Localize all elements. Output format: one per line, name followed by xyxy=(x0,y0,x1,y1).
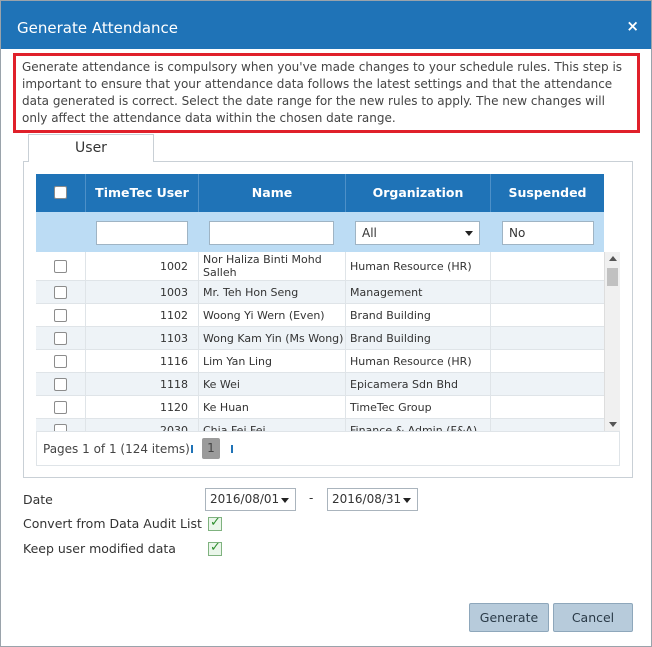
row-user-id: 1118 xyxy=(86,373,199,396)
column-header-suspended[interactable]: Suspended xyxy=(491,174,604,212)
row-user-id: 1120 xyxy=(86,396,199,419)
row-checkbox[interactable] xyxy=(54,259,67,273)
column-header-user-id[interactable]: TimeTec User ID xyxy=(86,174,199,238)
date-from-select[interactable]: 2016/08/01 xyxy=(205,488,296,511)
scroll-thumb[interactable] xyxy=(607,268,618,286)
row-name: Chia Fei Fei xyxy=(199,419,346,431)
check-icon: ✓ xyxy=(210,515,221,530)
date-range-separator: - xyxy=(309,491,314,505)
convert-label: Convert from Data Audit List xyxy=(23,516,202,531)
generate-button[interactable]: Generate xyxy=(469,603,549,632)
chevron-down-icon xyxy=(465,231,473,236)
row-checkbox[interactable] xyxy=(54,285,67,299)
close-icon[interactable]: × xyxy=(626,17,639,35)
row-user-id: 1103 xyxy=(86,327,199,350)
keep-checkbox[interactable]: ✓ xyxy=(208,540,222,556)
select-all-checkbox[interactable] xyxy=(54,186,67,199)
suspended-filter-input[interactable]: No xyxy=(502,221,594,245)
notice-text: Generate attendance is compulsory when y… xyxy=(13,53,640,133)
table-row[interactable]: 1003 Mr. Teh Hon Seng Management xyxy=(36,281,604,304)
row-suspended xyxy=(491,419,604,431)
row-checkbox[interactable] xyxy=(54,308,67,322)
row-checkbox[interactable] xyxy=(54,400,67,414)
filter-row: All No xyxy=(36,212,604,252)
row-name: Nor Haliza Binti Mohd Salleh xyxy=(199,252,346,281)
row-organization: Epicamera Sdn Bhd xyxy=(346,373,491,396)
table-row[interactable]: 1118 Ke Wei Epicamera Sdn Bhd xyxy=(36,373,604,396)
table-row[interactable]: 1120 Ke Huan TimeTec Group xyxy=(36,396,604,419)
row-suspended xyxy=(491,350,604,373)
row-name: Ke Wei xyxy=(199,373,346,396)
scroll-down-icon[interactable] xyxy=(609,422,617,427)
grid-body: 1002 Nor Haliza Binti Mohd Salleh Human … xyxy=(36,252,604,431)
pager-next-icon[interactable] xyxy=(231,445,233,453)
dialog-title: Generate Attendance xyxy=(17,19,179,37)
row-checkbox[interactable] xyxy=(54,377,67,391)
keep-label: Keep user modified data xyxy=(23,541,176,556)
pager-summary: Pages 1 of 1 (124 items) xyxy=(43,442,190,456)
date-to-value: 2016/08/31 xyxy=(332,492,402,506)
date-label: Date xyxy=(23,492,53,507)
row-checkbox[interactable] xyxy=(54,354,67,368)
row-name: Wong Kam Yin (Ms Wong) xyxy=(199,327,346,350)
row-checkbox[interactable] xyxy=(54,423,67,431)
dialog-titlebar: Generate Attendance × xyxy=(1,1,651,49)
row-user-id: 1116 xyxy=(86,350,199,373)
row-organization: TimeTec Group xyxy=(346,396,491,419)
row-checkbox[interactable] xyxy=(54,331,67,345)
table-row[interactable]: 1002 Nor Haliza Binti Mohd Salleh Human … xyxy=(36,252,604,281)
chevron-down-icon xyxy=(281,498,289,503)
grid-header: TimeTec User ID Name Organization Struct… xyxy=(36,174,604,238)
chevron-down-icon xyxy=(403,498,411,503)
date-from-value: 2016/08/01 xyxy=(210,492,280,506)
generate-attendance-dialog: Generate Attendance × Generate attendanc… xyxy=(0,0,652,647)
tab-user[interactable]: User xyxy=(28,134,154,162)
user-id-filter-input[interactable] xyxy=(96,221,188,245)
row-name: Mr. Teh Hon Seng xyxy=(199,281,346,304)
select-all-cell xyxy=(36,174,86,212)
row-user-id: 1002 xyxy=(86,252,199,281)
name-filter-input[interactable] xyxy=(209,221,334,245)
table-row[interactable]: 1102 Woong Yi Wern (Even) Brand Building xyxy=(36,304,604,327)
organization-filter-select[interactable]: All xyxy=(355,221,480,245)
date-to-select[interactable]: 2016/08/31 xyxy=(327,488,418,511)
row-name: Ke Huan xyxy=(199,396,346,419)
table-row[interactable]: 1103 Wong Kam Yin (Ms Wong) Brand Buildi… xyxy=(36,327,604,350)
row-suspended xyxy=(491,373,604,396)
row-suspended xyxy=(491,281,604,304)
row-organization: Human Resource (HR) xyxy=(346,252,491,281)
column-header-organization[interactable]: Organization Structure xyxy=(346,174,491,238)
row-user-id: 1003 xyxy=(86,281,199,304)
cancel-button[interactable]: Cancel xyxy=(553,603,633,632)
row-organization: Finance & Admin (F&A) xyxy=(346,419,491,431)
grid-scrollbar[interactable] xyxy=(604,252,620,431)
convert-checkbox[interactable]: ✓ xyxy=(208,515,222,531)
row-organization: Brand Building xyxy=(346,327,491,350)
row-organization: Brand Building xyxy=(346,304,491,327)
row-organization: Human Resource (HR) xyxy=(346,350,491,373)
row-suspended xyxy=(491,327,604,350)
row-organization: Management xyxy=(346,281,491,304)
row-name: Lim Yan Ling xyxy=(199,350,346,373)
row-suspended xyxy=(491,396,604,419)
check-icon: ✓ xyxy=(210,540,221,555)
table-row[interactable]: 1116 Lim Yan Ling Human Resource (HR) xyxy=(36,350,604,373)
column-header-name[interactable]: Name xyxy=(199,174,346,212)
row-user-id: 1102 xyxy=(86,304,199,327)
row-user-id: 2030 xyxy=(86,419,199,431)
row-suspended xyxy=(491,252,604,281)
pager: Pages 1 of 1 (124 items) 1 xyxy=(36,431,620,466)
pager-prev-icon[interactable] xyxy=(191,445,193,453)
row-name: Woong Yi Wern (Even) xyxy=(199,304,346,327)
organization-filter-value: All xyxy=(362,226,377,240)
table-row[interactable]: 2030 Chia Fei Fei Finance & Admin (F&A) xyxy=(36,419,604,431)
scroll-up-icon[interactable] xyxy=(609,256,617,261)
page-button-1[interactable]: 1 xyxy=(202,438,220,459)
row-suspended xyxy=(491,304,604,327)
